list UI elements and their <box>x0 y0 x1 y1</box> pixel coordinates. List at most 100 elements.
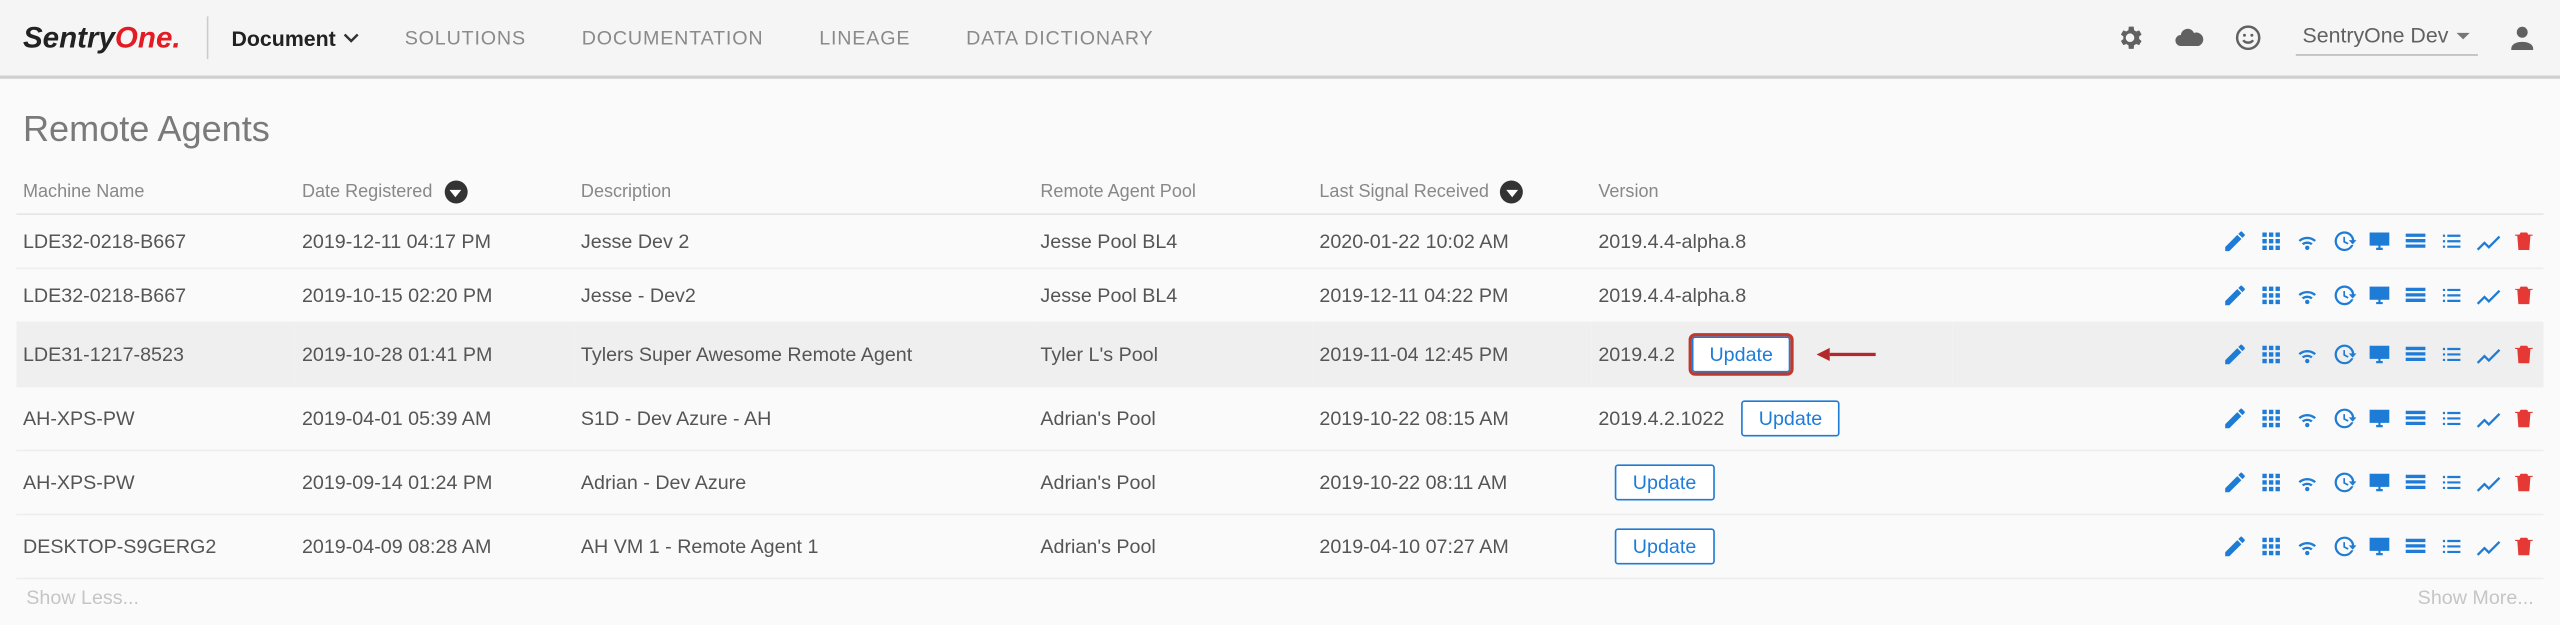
list-button[interactable] <box>2439 228 2465 254</box>
col-machine-name[interactable]: Machine Name <box>16 171 295 214</box>
list-button[interactable] <box>2439 533 2465 559</box>
cloud-icon <box>2173 21 2206 54</box>
wifi-button[interactable] <box>2294 469 2320 495</box>
update-button[interactable]: Update <box>1615 464 1715 500</box>
col-description[interactable]: Description <box>574 171 1033 214</box>
edit-button[interactable] <box>2222 405 2248 431</box>
details-button[interactable] <box>2402 469 2428 495</box>
nav-solutions[interactable]: SOLUTIONS <box>405 26 526 49</box>
table-footer: Show Less... Show More... <box>16 579 2543 615</box>
cell-version: 2019.4.2.1022 Update <box>1592 386 1953 450</box>
col-version[interactable]: Version <box>1592 171 1953 214</box>
list-button[interactable] <box>2439 469 2465 495</box>
table-row: LDE32-0218-B667 2019-12-11 04:17 PM Jess… <box>16 214 2543 268</box>
update-button[interactable]: Update <box>1615 528 1715 564</box>
nav-data-dictionary[interactable]: DATA DICTIONARY <box>966 26 1153 49</box>
monitor-button[interactable] <box>2366 228 2392 254</box>
col-last-signal[interactable]: Last Signal Received <box>1313 171 1592 214</box>
page-body: Remote Agents Machine Name Date Register… <box>0 79 2560 625</box>
document-dropdown[interactable]: Document <box>231 25 358 50</box>
delete-button[interactable] <box>2511 405 2537 431</box>
tool-button[interactable] <box>2475 228 2501 254</box>
logo[interactable]: SentryOne. <box>23 21 181 55</box>
version-text: 2019.4.2.1022 <box>1598 407 1724 430</box>
monitor-button[interactable] <box>2366 405 2392 431</box>
wifi-button[interactable] <box>2294 533 2320 559</box>
cell-actions <box>1953 514 2544 578</box>
apps-button[interactable] <box>2258 341 2284 367</box>
edit-button[interactable] <box>2222 341 2248 367</box>
list-button[interactable] <box>2439 341 2465 367</box>
cell-version: 2019.4.4-alpha.8 <box>1592 268 1953 322</box>
history-button[interactable] <box>2330 228 2356 254</box>
details-button[interactable] <box>2402 533 2428 559</box>
delete-button[interactable] <box>2511 282 2537 308</box>
history-button[interactable] <box>2330 282 2356 308</box>
cell-version: Update <box>1592 514 1953 578</box>
gear-icon <box>2115 23 2145 53</box>
wifi-button[interactable] <box>2294 341 2320 367</box>
wifi-button[interactable] <box>2294 405 2320 431</box>
apps-button[interactable] <box>2258 228 2284 254</box>
settings-button[interactable] <box>2112 20 2148 56</box>
monitor-button[interactable] <box>2366 341 2392 367</box>
list-button[interactable] <box>2439 405 2465 431</box>
monitor-button[interactable] <box>2366 469 2392 495</box>
cloud-button[interactable] <box>2171 20 2207 56</box>
show-more-link[interactable]: Show More... <box>2418 586 2534 609</box>
cell-machine: LDE31-1217-8523 <box>16 322 295 386</box>
apps-button[interactable] <box>2258 469 2284 495</box>
user-dropdown[interactable]: SentryOne Dev <box>2296 20 2478 56</box>
nav-lineage[interactable]: LINEAGE <box>819 26 910 49</box>
wifi-button[interactable] <box>2294 282 2320 308</box>
cell-description: Tylers Super Awesome Remote Agent <box>574 322 1033 386</box>
show-less-link[interactable]: Show Less... <box>26 586 139 609</box>
delete-button[interactable] <box>2511 228 2537 254</box>
monitor-button[interactable] <box>2366 533 2392 559</box>
wifi-button[interactable] <box>2294 228 2320 254</box>
cell-signal: 2019-11-04 12:45 PM <box>1313 322 1592 386</box>
edit-button[interactable] <box>2222 469 2248 495</box>
apps-button[interactable] <box>2258 282 2284 308</box>
monitor-button[interactable] <box>2366 282 2392 308</box>
table-row: LDE31-1217-8523 2019-10-28 01:41 PM Tyle… <box>16 322 2543 386</box>
account-button[interactable] <box>2504 20 2540 56</box>
table-row: AH-XPS-PW 2019-04-01 05:39 AM S1D - Dev … <box>16 386 2543 450</box>
table-row: DESKTOP-S9GERG2 2019-04-09 08:28 AM AH V… <box>16 514 2543 578</box>
history-button[interactable] <box>2330 533 2356 559</box>
history-button[interactable] <box>2330 341 2356 367</box>
delete-button[interactable] <box>2511 341 2537 367</box>
cell-actions <box>1953 386 2544 450</box>
edit-button[interactable] <box>2222 282 2248 308</box>
tool-button[interactable] <box>2475 469 2501 495</box>
top-bar: SentryOne. Document SOLUTIONS DOCUMENTAT… <box>0 0 2560 79</box>
cell-actions <box>1953 450 2544 514</box>
details-button[interactable] <box>2402 228 2428 254</box>
col-date-registered[interactable]: Date Registered <box>295 171 574 214</box>
sort-desc-icon <box>1501 181 1524 204</box>
edit-button[interactable] <box>2222 228 2248 254</box>
tool-button[interactable] <box>2475 341 2501 367</box>
apps-button[interactable] <box>2258 405 2284 431</box>
table-row: LDE32-0218-B667 2019-10-15 02:20 PM Jess… <box>16 268 2543 322</box>
history-button[interactable] <box>2330 405 2356 431</box>
tool-button[interactable] <box>2475 533 2501 559</box>
cell-actions <box>1953 214 2544 268</box>
delete-button[interactable] <box>2511 533 2537 559</box>
tool-button[interactable] <box>2475 282 2501 308</box>
edit-button[interactable] <box>2222 533 2248 559</box>
col-remote-agent-pool[interactable]: Remote Agent Pool <box>1034 171 1313 214</box>
update-button[interactable]: Update <box>1741 400 1841 436</box>
update-button[interactable]: Update <box>1691 336 1791 372</box>
list-button[interactable] <box>2439 282 2465 308</box>
details-button[interactable] <box>2402 282 2428 308</box>
details-button[interactable] <box>2402 341 2428 367</box>
feedback-button[interactable] <box>2230 20 2266 56</box>
tool-button[interactable] <box>2475 405 2501 431</box>
details-button[interactable] <box>2402 405 2428 431</box>
nav-documentation[interactable]: DOCUMENTATION <box>582 26 764 49</box>
apps-button[interactable] <box>2258 533 2284 559</box>
delete-button[interactable] <box>2511 469 2537 495</box>
history-button[interactable] <box>2330 469 2356 495</box>
cell-actions <box>1953 322 2544 386</box>
